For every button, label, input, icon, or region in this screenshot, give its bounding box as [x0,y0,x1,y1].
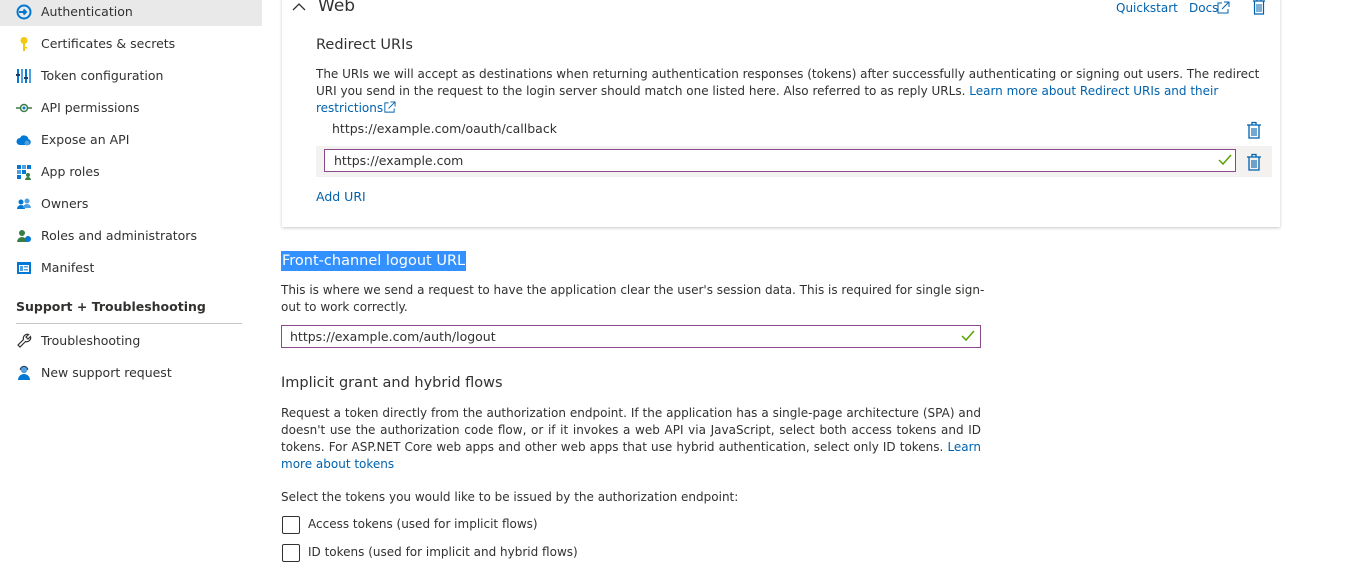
divider [16,323,242,324]
sidebar-item-new-support-request[interactable]: New support request [0,359,262,387]
front-channel-logout-title: Front-channel logout URL [281,251,467,271]
sidebar-item-label: App roles [41,164,100,179]
sidebar-item-label: Token configuration [41,68,164,83]
quickstart-link[interactable]: Quickstart [1116,1,1178,15]
sidebar-item-certificates[interactable]: Certificates & secrets [0,30,262,58]
manifest-icon [16,260,32,276]
redirect-uris-description: The URIs we will accept as destinations … [316,66,1266,117]
add-uri-link[interactable]: Add URI [316,189,366,204]
cloud-icon [16,132,32,148]
delete-icon[interactable] [1246,153,1262,175]
sidebar-item-label: New support request [41,365,172,380]
delete-platform-icon[interactable] [1252,0,1266,19]
front-channel-logout-description: This is where we send a request to have … [281,283,985,314]
sidebar-item-label: Authentication [41,4,133,19]
sidebar-item-expose-api[interactable]: Expose an API [0,126,262,154]
sidebar-item-label: Owners [41,196,89,211]
redirect-uri-input-value: https://example.com [334,153,464,168]
wrench-icon [16,333,32,349]
implicit-grant-description: Request a token directly from the author… [281,405,981,473]
delete-icon[interactable] [1246,121,1262,143]
access-tokens-checkbox[interactable] [282,516,300,534]
key-icon [16,36,32,52]
front-channel-logout-value: https://example.com/auth/logout [290,329,496,344]
sidebar-item-label: API permissions [41,100,140,115]
sidebar-item-troubleshooting[interactable]: Troubleshooting [0,327,262,355]
sidebar-nav: Authentication Certificates & secrets To… [0,0,262,563]
select-tokens-label: Select the tokens you would like to be i… [281,490,739,504]
id-tokens-label[interactable]: ID tokens (used for implicit and hybrid … [308,545,578,559]
sidebar-item-token-configuration[interactable]: Token configuration [0,62,262,90]
external-link-icon [384,101,396,113]
roles-admins-icon [16,228,32,244]
docs-link[interactable]: Docs [1189,1,1218,15]
id-tokens-checkbox[interactable] [282,544,300,562]
token-config-icon [16,68,32,84]
checkmark-icon [1218,154,1232,170]
chevron-up-icon[interactable] [291,0,307,15]
sidebar-item-label: Troubleshooting [41,333,141,348]
sidebar-item-manifest[interactable]: Manifest [0,254,262,282]
redirect-uri-value[interactable]: https://example.com/oauth/callback [332,121,557,136]
sidebar-item-label: Manifest [41,260,95,275]
sidebar-item-label: Roles and administrators [41,228,197,243]
sidebar-item-app-roles[interactable]: App roles [0,158,262,186]
sidebar-item-api-permissions[interactable]: API permissions [0,94,262,122]
implicit-desc-text: Request a token directly from the author… [281,406,981,454]
owners-icon [16,196,32,212]
sidebar-item-roles-administrators[interactable]: Roles and administrators [0,222,262,250]
web-section-title: Web [318,0,356,16]
app-roles-icon [16,164,32,180]
implicit-grant-title: Implicit grant and hybrid flows [281,375,503,391]
sidebar-item-owners[interactable]: Owners [0,190,262,218]
sidebar-item-label: Expose an API [41,132,130,147]
api-permissions-icon [16,100,32,116]
sidebar-item-authentication[interactable]: Authentication [0,0,262,26]
support-person-icon [16,365,32,381]
authentication-icon [16,4,32,20]
external-link-icon [1216,1,1230,19]
support-section-heading: Support + Troubleshooting [16,299,206,314]
sidebar-item-label: Certificates & secrets [41,36,176,51]
access-tokens-label[interactable]: Access tokens (used for implicit flows) [308,517,538,531]
checkmark-icon [961,330,975,346]
redirect-uris-title: Redirect URIs [316,37,413,53]
